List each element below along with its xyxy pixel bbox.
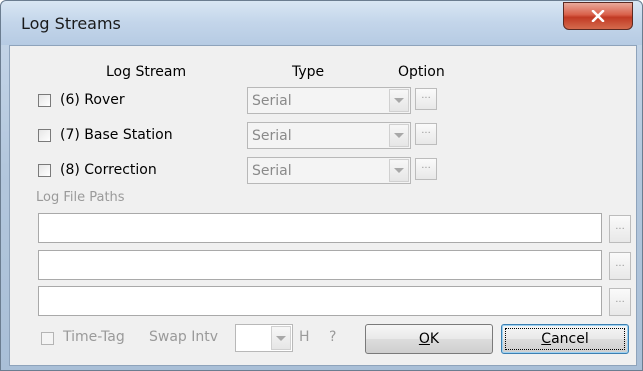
swap-interval-select[interactable] [235, 324, 293, 352]
stream-row-base-station: (7) Base Station Serial ... [10, 122, 636, 152]
rover-type-select[interactable]: Serial [247, 87, 411, 114]
ok-button-label: OK [418, 331, 440, 347]
cancel-button[interactable]: Cancel [501, 324, 629, 354]
dialog-body: Log Stream Type Option (6) Rover Serial … [9, 45, 637, 366]
log-path-browse-button-1[interactable]: ... [609, 215, 631, 243]
log-path-browse-button-2[interactable]: ... [609, 252, 631, 280]
window-title: Log Streams [21, 14, 121, 33]
close-icon [591, 10, 605, 22]
swap-intv-label: Swap Intv [149, 329, 219, 345]
header-type: Type [292, 64, 325, 80]
stream-row-correction: (8) Correction Serial ... [10, 157, 636, 187]
rover-checkbox[interactable] [38, 94, 51, 107]
close-button[interactable] [563, 2, 633, 30]
base-station-option-button[interactable]: ... [415, 123, 437, 145]
rover-option-button[interactable]: ... [415, 88, 437, 110]
base-station-type-select[interactable]: Serial [247, 122, 411, 149]
rover-type-value: Serial [252, 93, 292, 109]
correction-type-value: Serial [252, 163, 292, 179]
stream-row-rover: (6) Rover Serial ... [10, 87, 636, 117]
base-station-label: (7) Base Station [60, 127, 173, 143]
log-path-input-1[interactable] [38, 213, 602, 243]
correction-label: (8) Correction [60, 162, 157, 178]
title-bar[interactable]: Log Streams [1, 1, 642, 45]
header-log-stream: Log Stream [106, 64, 187, 80]
ok-button[interactable]: OK [365, 324, 493, 354]
correction-checkbox[interactable] [38, 164, 51, 177]
log-streams-window: Log Streams Log Stream Type Option (6) R… [0, 0, 643, 371]
base-station-type-value: Serial [252, 128, 292, 144]
chevron-down-icon[interactable] [389, 89, 409, 112]
correction-type-select[interactable]: Serial [247, 157, 411, 184]
header-option: Option [398, 64, 445, 80]
time-tag-checkbox[interactable] [41, 332, 54, 345]
correction-option-button[interactable]: ... [415, 158, 437, 180]
log-path-browse-button-3[interactable]: ... [609, 288, 631, 316]
base-station-checkbox[interactable] [38, 129, 51, 142]
log-path-input-3[interactable] [38, 286, 602, 316]
chevron-down-icon[interactable] [271, 326, 291, 350]
log-file-paths-label: Log File Paths [36, 190, 125, 205]
chevron-down-icon[interactable] [389, 124, 409, 147]
help-label[interactable]: ? [329, 329, 336, 345]
hours-unit-label: H [299, 329, 310, 345]
chevron-down-icon[interactable] [389, 159, 409, 182]
cancel-button-label: Cancel [541, 331, 589, 347]
log-path-input-2[interactable] [38, 250, 602, 280]
rover-label: (6) Rover [60, 92, 125, 108]
time-tag-label: Time-Tag [63, 329, 125, 345]
